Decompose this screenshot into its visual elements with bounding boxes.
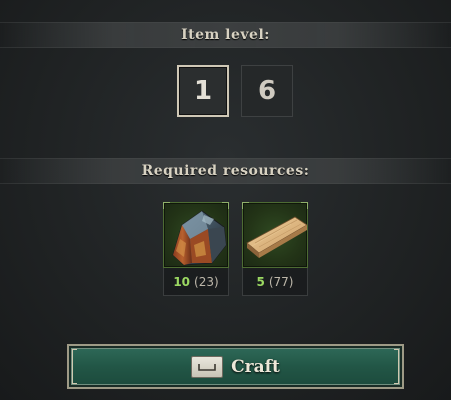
required-amount: 5 — [256, 274, 265, 289]
item-level-header: Item level: — [0, 22, 451, 48]
level-option-label: 6 — [257, 76, 277, 106]
available-amount: (77) — [268, 274, 294, 289]
craft-button[interactable]: Craft — [67, 344, 404, 389]
spacebar-key-icon — [191, 355, 224, 378]
required-resources-title: Required resources: — [141, 163, 310, 179]
craft-label: Craft — [231, 356, 280, 377]
required-amount: 10 — [173, 274, 191, 289]
ore-chunk-icon — [172, 210, 227, 266]
resource-slot-ore[interactable] — [163, 202, 229, 268]
available-amount: (23) — [194, 274, 219, 289]
crafting-panel: Item level: 1 6 Required resources: 10 (… — [0, 0, 451, 400]
level-option-1[interactable]: 1 — [177, 65, 229, 117]
required-resources-header: Required resources: — [0, 158, 451, 184]
resource-count-ore: 10 (23) — [163, 268, 229, 296]
resource-count-plank: 5 (77) — [242, 268, 308, 296]
level-option-label: 1 — [193, 76, 213, 106]
wooden-plank-icon — [246, 216, 308, 258]
level-option-6[interactable]: 6 — [241, 65, 293, 117]
item-level-title: Item level: — [181, 27, 270, 43]
resource-slot-plank[interactable] — [242, 202, 308, 268]
